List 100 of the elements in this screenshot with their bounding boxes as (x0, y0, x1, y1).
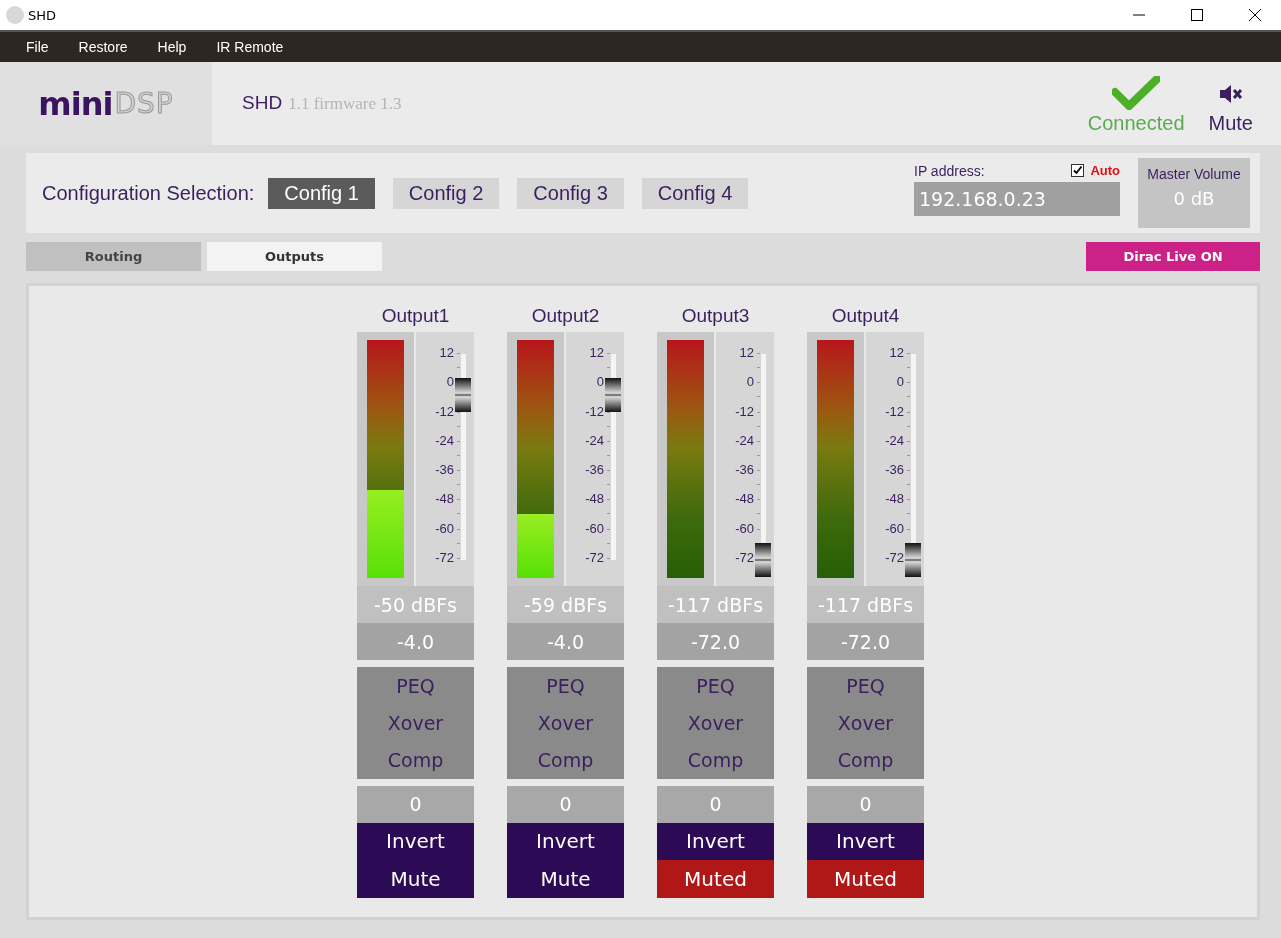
menu-item[interactable]: File (26, 39, 49, 55)
logo-wordmark: mini (38, 84, 113, 123)
level-reading: -50 dBFs (357, 586, 474, 623)
scale-label: -24 (585, 432, 604, 449)
invert-button[interactable]: Invert (807, 822, 924, 860)
config-button[interactable]: Config 4 (641, 177, 749, 209)
scale-label: 12 (439, 345, 454, 361)
output-title: Output2 (530, 304, 601, 328)
auto-label: Auto (1090, 163, 1120, 178)
menu-item[interactable]: Restore (78, 39, 128, 55)
scale-label: -48 (585, 491, 604, 508)
gain-value[interactable]: -72.0 (807, 623, 924, 660)
scale-label: 0 (446, 374, 454, 391)
logo-wordmark: DSP (114, 87, 174, 120)
scale-label: -24 (735, 432, 754, 449)
menu-item[interactable]: IR Remote (216, 39, 284, 55)
filter-button[interactable]: Comp (507, 741, 624, 779)
output-title: Output3 (680, 304, 751, 328)
scale-label: -72 (885, 550, 904, 567)
tab[interactable]: Outputs (207, 242, 382, 271)
scale-label: 0 (896, 374, 904, 391)
close-icon[interactable] (1249, 9, 1261, 21)
scale-label: -60 (585, 520, 604, 537)
ip-address-field[interactable]: 192.168.0.23 (914, 181, 1120, 216)
output-title: Output1 (380, 304, 451, 328)
master-volume-label: Master Volume (1147, 166, 1241, 182)
filter-button[interactable]: PEQ (657, 667, 774, 705)
menu-item[interactable]: Help (157, 39, 187, 55)
checkmark-icon (1112, 76, 1161, 110)
product-name: SHD (242, 92, 283, 114)
fader-thumb[interactable] (755, 543, 771, 577)
fader-thumb[interactable] (905, 543, 921, 577)
scale-label: -48 (435, 491, 454, 508)
app-icon (6, 6, 24, 24)
speaker-muted-icon[interactable] (1218, 84, 1243, 104)
scale-label: 12 (889, 345, 904, 361)
scale-label: -60 (885, 520, 904, 537)
scale-label: -48 (885, 491, 904, 508)
scale-label: 12 (589, 345, 604, 361)
filter-button[interactable]: Comp (657, 741, 774, 779)
filter-button[interactable]: Xover (507, 704, 624, 742)
config-button[interactable]: Config 3 (517, 177, 624, 209)
fader-thumb[interactable] (605, 378, 621, 413)
scale-label: -48 (735, 491, 754, 508)
filter-button[interactable]: Xover (807, 704, 924, 742)
scale-label: -24 (435, 432, 454, 449)
mute-button[interactable]: Mute (357, 859, 474, 898)
output-title: Output4 (830, 304, 901, 328)
filter-button[interactable]: PEQ (807, 667, 924, 705)
mute-button[interactable]: Mute (1208, 112, 1253, 135)
scale-label: -12 (735, 403, 754, 420)
scale-label: -72 (435, 550, 454, 567)
scale-label: -72 (585, 550, 604, 567)
maximize-icon[interactable] (1191, 9, 1203, 21)
invert-button[interactable]: Invert (357, 822, 474, 860)
gain-value[interactable]: -72.0 (657, 623, 774, 660)
gain-value[interactable]: -4.0 (507, 623, 624, 660)
ip-address-label: IP address: (914, 162, 985, 179)
invert-button[interactable]: Invert (657, 822, 774, 860)
filter-button[interactable]: Xover (357, 704, 474, 742)
window-title: SHD (28, 7, 57, 23)
connection-status: Connected (1087, 112, 1185, 135)
delay-value[interactable]: 0 (357, 785, 474, 823)
scale-label: -36 (435, 462, 454, 479)
filter-button[interactable]: PEQ (357, 667, 474, 705)
scale-label: -12 (435, 403, 454, 420)
tab[interactable]: Routing (26, 242, 201, 271)
configuration-label: Configuration Selection: (42, 181, 255, 205)
level-reading: -59 dBFs (507, 586, 624, 623)
filter-button[interactable]: PEQ (507, 667, 624, 705)
delay-value[interactable]: 0 (807, 785, 924, 823)
scale-label: -72 (735, 550, 754, 567)
mute-button[interactable]: Muted (657, 859, 774, 898)
delay-value[interactable]: 0 (657, 785, 774, 823)
scale-label: 0 (596, 374, 604, 391)
scale-label: -12 (585, 403, 604, 420)
level-reading: -117 dBFs (807, 586, 924, 623)
delay-value[interactable]: 0 (507, 785, 624, 823)
scale-label: 0 (746, 374, 754, 391)
config-button[interactable]: Config 2 (392, 177, 500, 209)
mute-button[interactable]: Muted (807, 859, 924, 898)
filter-button[interactable]: Comp (807, 741, 924, 779)
scale-label: -24 (885, 432, 904, 449)
fader-thumb[interactable] (455, 378, 471, 413)
filter-button[interactable]: Xover (657, 704, 774, 742)
mute-button[interactable]: Mute (507, 859, 624, 898)
dirac-live-button[interactable]: Dirac Live ON (1086, 242, 1260, 271)
scale-label: -12 (885, 403, 904, 420)
config-button[interactable]: Config 1 (268, 177, 375, 209)
master-volume-value: 0 dB (1173, 188, 1215, 209)
scale-label: -36 (585, 462, 604, 479)
scale-label: 12 (739, 345, 754, 361)
level-reading: -117 dBFs (657, 586, 774, 623)
gain-value[interactable]: -4.0 (357, 623, 474, 660)
scale-label: -36 (735, 462, 754, 479)
scale-label: -60 (435, 520, 454, 537)
auto-checkbox[interactable] (1071, 164, 1085, 177)
invert-button[interactable]: Invert (507, 822, 624, 860)
scale-label: -60 (735, 520, 754, 537)
filter-button[interactable]: Comp (357, 741, 474, 779)
